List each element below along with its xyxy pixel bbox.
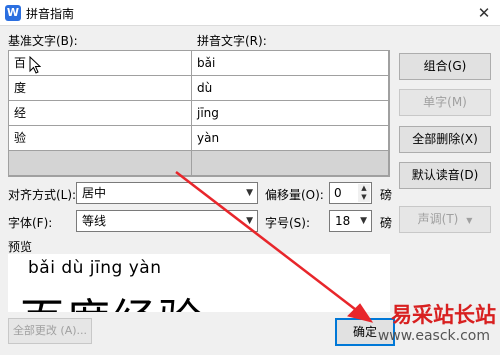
watermark-url: www.easck.com	[377, 328, 490, 344]
watermark-text: 易采站长站	[391, 302, 496, 327]
